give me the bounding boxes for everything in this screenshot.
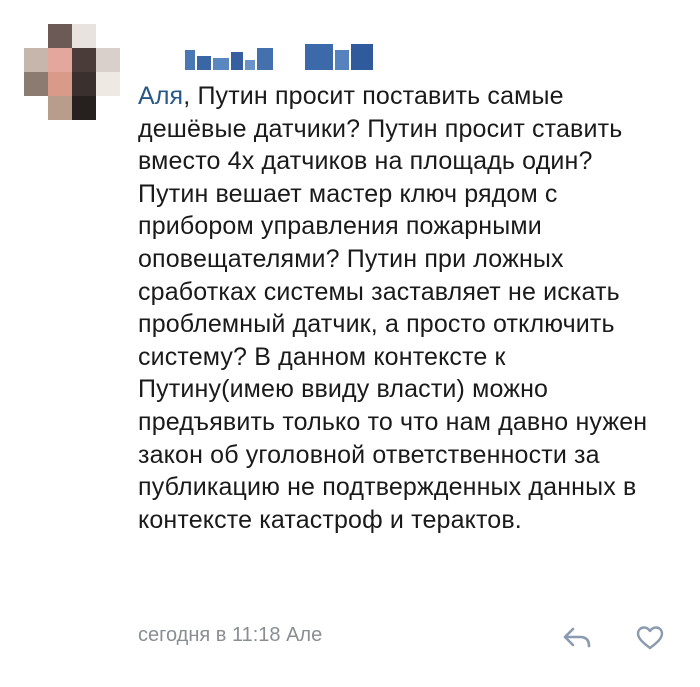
heart-icon xyxy=(636,626,664,650)
reply-arrow-icon xyxy=(563,627,591,648)
reply-button[interactable] xyxy=(561,622,593,654)
comment-item: Аля, Путин просит поставить самые дешёвы… xyxy=(0,0,700,687)
reply-target[interactable]: Але xyxy=(286,624,322,646)
comment-text: Аля, Путин просит поставить самые дешёвы… xyxy=(138,80,658,536)
author-name-obscured[interactable] xyxy=(185,44,375,70)
reply-to-link[interactable]: Аля xyxy=(138,82,183,110)
pixelated-name-icon xyxy=(185,44,373,70)
comment-body: , Путин просит поставить самые дешёвые д… xyxy=(138,82,648,534)
like-button[interactable] xyxy=(634,622,666,654)
avatar[interactable] xyxy=(24,24,120,120)
timestamp: сегодня в 11:18 xyxy=(138,624,281,646)
comment-meta: сегодня в 11:18 Але xyxy=(138,624,322,647)
